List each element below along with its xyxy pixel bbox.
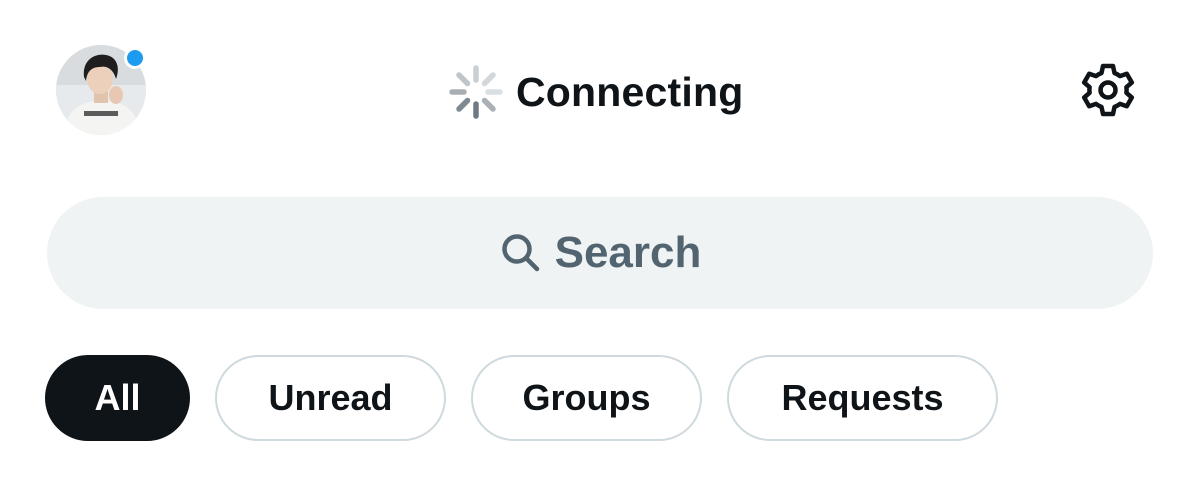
loading-spinner-icon <box>449 65 503 119</box>
filter-chip-groups[interactable]: Groups <box>471 355 702 441</box>
gear-icon <box>1081 63 1135 117</box>
online-status-dot <box>124 47 146 69</box>
connection-status: Connecting <box>447 62 743 122</box>
filter-chip-all[interactable]: All <box>45 355 190 441</box>
messages-header-screen: Connecting Search All Unread Groups Requ… <box>0 0 1200 493</box>
filter-tabs: All Unread Groups Requests <box>45 355 1023 441</box>
search-content: Search <box>499 228 702 278</box>
search-bar[interactable]: Search <box>47 197 1153 309</box>
status-text: Connecting <box>516 68 744 115</box>
filter-chip-unread[interactable]: Unread <box>215 355 446 441</box>
search-placeholder: Search <box>554 228 702 277</box>
search-icon <box>499 231 543 275</box>
settings-button[interactable] <box>1076 58 1140 122</box>
filter-chip-requests[interactable]: Requests <box>727 355 998 441</box>
